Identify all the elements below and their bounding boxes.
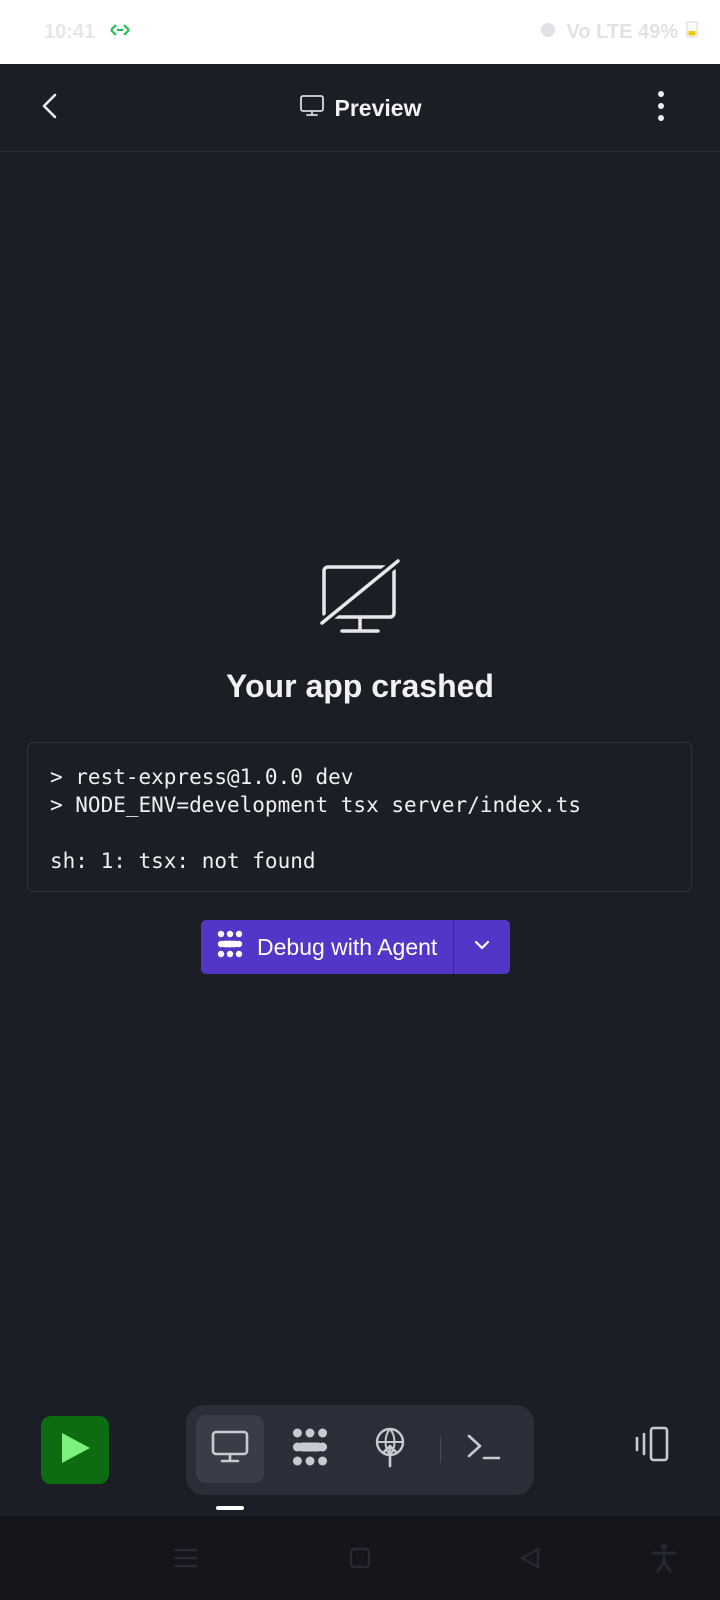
chevron-down-icon [473,938,491,956]
monitor-icon [299,94,325,123]
agent-icon [289,1426,331,1473]
battery-icon [686,20,698,44]
more-vertical-icon [657,90,665,127]
crash-title: Your app crashed [226,668,494,704]
sync-icon [109,21,131,44]
top-bar: Preview [0,64,720,152]
debug-button-group: Debug with Agent [201,920,511,974]
system-nav-bar [0,1516,720,1600]
status-bar: 10:41 Vo LTE 49% [0,0,720,64]
bottom-toolbar [0,1392,720,1516]
page-title-wrap: Preview [0,64,720,152]
crash-log: > rest-express@1.0.0 dev > NODE_ENV=deve… [27,742,692,892]
more-menu-button[interactable] [646,88,676,128]
alarm-icon [538,19,558,45]
play-icon [58,1430,92,1471]
tab-shell[interactable] [450,1415,518,1483]
debug-with-agent-button[interactable]: Debug with Agent [201,920,455,974]
tab-divider [440,1437,441,1463]
active-tab-indicator [216,1506,244,1510]
terminal-icon [466,1432,502,1467]
main-content: Your app crashed > rest-express@1.0.0 de… [0,152,720,1392]
status-time: 10:41 [44,20,96,43]
debug-button-label: Debug with Agent [257,933,438,960]
devices-icon [629,1426,671,1467]
debug-dropdown-button[interactable] [454,920,511,974]
status-left: 10:41 [44,21,131,44]
tab-agent[interactable] [276,1415,344,1483]
tab-group [186,1405,534,1495]
monitor-icon [211,1430,249,1469]
deploy-icon [372,1426,408,1473]
tab-deploy[interactable] [356,1415,424,1483]
back-triangle-icon[interactable] [514,1542,546,1574]
monitor-off-icon [317,556,403,639]
menu-icon[interactable] [170,1542,202,1574]
devices-button[interactable] [620,1416,680,1476]
home-icon[interactable] [344,1542,376,1574]
status-right: Vo LTE 49% [538,19,698,45]
page-title: Preview [334,94,422,121]
status-indicators: Vo LTE 49% [566,20,678,43]
run-button[interactable] [41,1416,109,1484]
agent-icon [215,929,245,965]
accessibility-icon[interactable] [648,1542,680,1574]
tab-preview[interactable] [196,1415,264,1483]
